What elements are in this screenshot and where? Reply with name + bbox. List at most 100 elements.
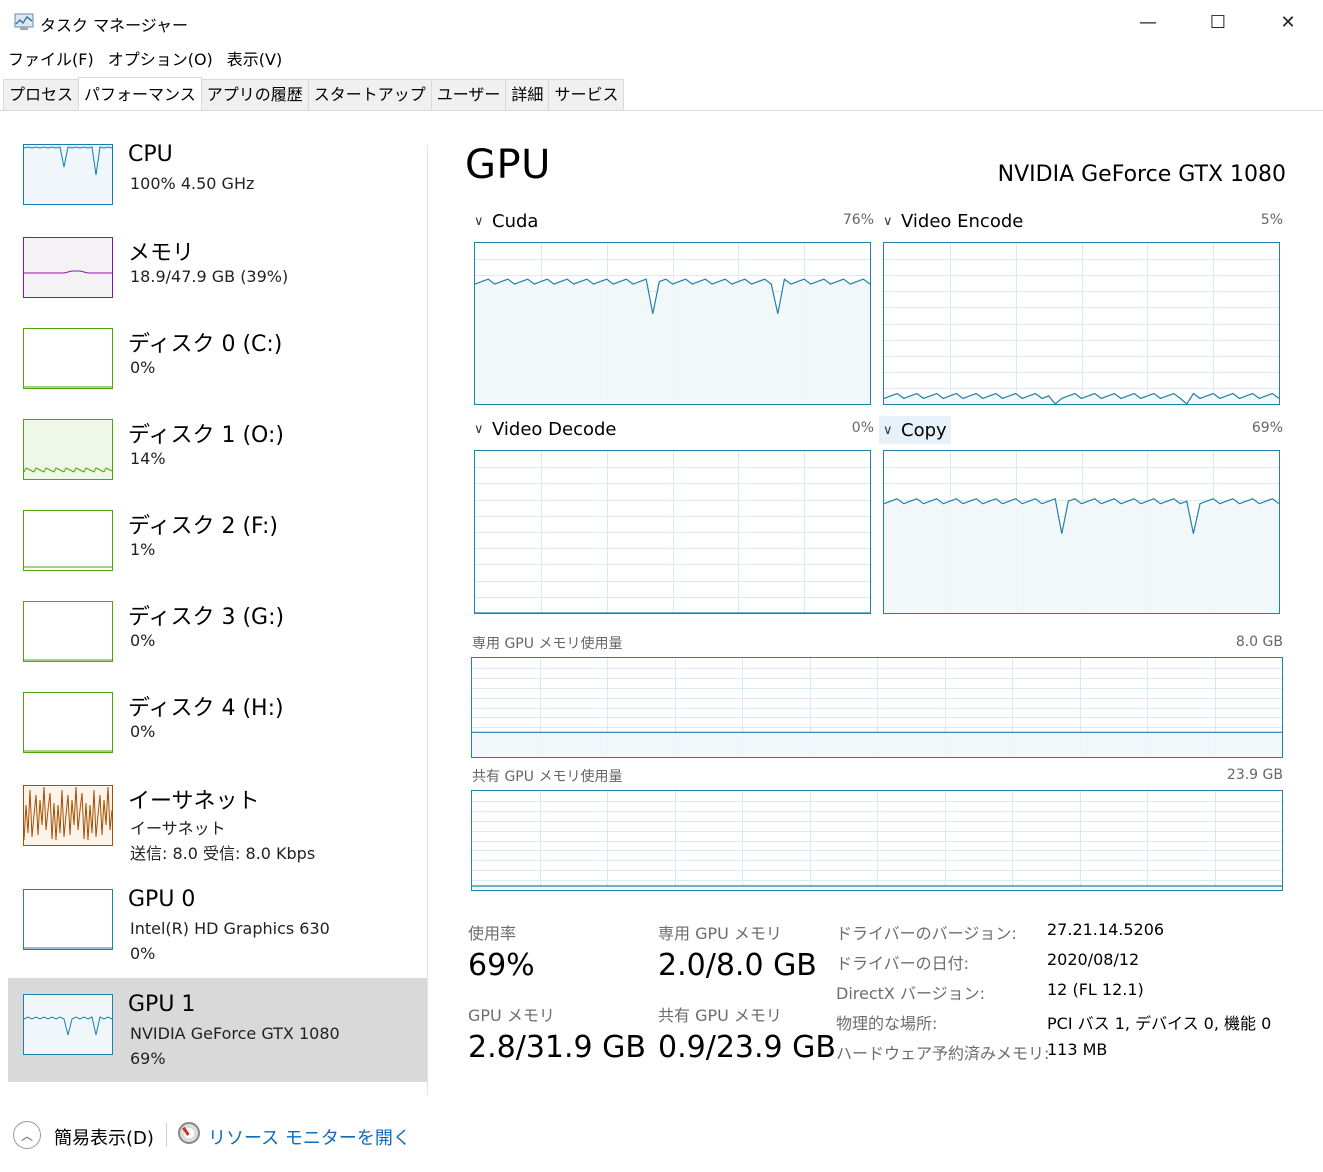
chevron-up-icon: ︿ [20,1128,33,1143]
sidebar-item-detail: Intel(R) HD Graphics 630 [130,919,330,938]
tab-services[interactable]: サービス [548,79,625,110]
chevron-down-icon: ∨ [474,214,484,229]
engine-name: Video Decode [492,419,617,440]
sidebar-item-title: ディスク 4 (H:) [128,696,284,721]
sidebar-item[interactable]: GPU 1 NVIDIA GeForce GTX 1080 69% [8,978,427,1082]
shared-memory-label: 共有 GPU メモリ使用量 [472,769,623,785]
sidebar-item-title: ディスク 0 (C:) [128,332,283,357]
engine-graph-svg [475,451,870,613]
sidebar-item-detail: 送信: 8.0 受信: 8.0 Kbps [130,844,316,863]
engine-selector-2[interactable]: ∨ Video Decode [474,419,617,440]
sidebar-item-title: イーサネット [128,789,260,814]
engine-selector-1[interactable]: ∨ Video Encode [883,211,1023,232]
sidebar-thumbnail-graph [23,144,113,205]
sidebar-item[interactable]: ディスク 1 (O:) 14% [8,403,427,494]
sidebar-item[interactable]: GPU 0 Intel(R) HD Graphics 630 0% [8,874,427,965]
close-button[interactable]: ✕ [1253,0,1323,44]
memory-graph-svg [472,791,1282,890]
engine-percent: 5% [1260,212,1283,228]
tab-details[interactable]: 詳細 [505,79,550,110]
engine-percent: 0% [851,420,874,436]
sidebar-item-detail: 14% [130,449,166,468]
tab-users[interactable]: ユーザー [430,79,507,110]
tab-strip: プロセス パフォーマンス アプリの履歴 スタートアップ ユーザー 詳細 サービス [0,77,1323,111]
window-title: タスク マネージャー [40,16,188,35]
sidebar-item[interactable]: ディスク 0 (C:) 0% [8,312,427,403]
gpu-model-name: NVIDIA GeForce GTX 1080 [997,162,1286,187]
gpu-memory-value: 2.8/31.9 GB [468,1030,646,1065]
sidebar-item-detail: 1% [130,540,156,559]
sidebar-item[interactable]: ディスク 3 (G:) 0% [8,585,427,676]
engine-selector-0[interactable]: ∨ Cuda [474,211,538,232]
tab-performance[interactable]: パフォーマンス [78,77,202,110]
sidebar-divider [427,145,428,1095]
maximize-button[interactable]: ☐ [1183,0,1253,44]
sidebar-item-detail: イーサネット [130,819,226,838]
sparkline [24,146,112,204]
chevron-down-icon: ∨ [883,422,893,438]
sidebar-item-detail: NVIDIA GeForce GTX 1080 [130,1024,340,1043]
shared-gpu-memory-label: 共有 GPU メモリ [658,1006,782,1025]
sparkline [24,659,112,661]
sidebar-item-title: ディスク 1 (O:) [128,423,284,448]
driver-date-label: ドライバーの日付: [836,954,970,973]
fewer-details-label[interactable]: 簡易表示(D) [54,1124,154,1150]
sidebar-thumbnail-graph [23,889,113,950]
dedicated-gpu-memory-value: 2.0/8.0 GB [658,948,817,983]
gpu-memory-label: GPU メモリ [468,1006,555,1025]
shared-gpu-memory-value: 0.9/23.9 GB [658,1030,836,1065]
sidebar-thumbnail-graph [23,419,113,480]
resource-sidebar: CPU 100% 4.50 GHz メモリ 18.9/47.9 GB (39%) ディス… [8,130,427,1085]
footer-separator [166,1123,167,1147]
sidebar-item-detail: 0% [130,944,156,963]
engine-graph-svg [884,451,1279,613]
sidebar-item[interactable]: メモリ 18.9/47.9 GB (39%) [8,221,427,312]
fewer-details-button[interactable]: ︿ [13,1121,41,1149]
tab-startup[interactable]: スタートアップ [307,79,432,110]
sidebar-item[interactable]: ディスク 4 (H:) 0% [8,676,427,767]
tab-app-history[interactable]: アプリの履歴 [200,79,309,110]
menu-options[interactable]: オプション(O) [101,48,220,72]
open-resource-monitor-link[interactable]: リソース モニターを開く [208,1124,411,1150]
sidebar-thumbnail-graph [23,785,113,846]
dedicated-gpu-memory-label: 専用 GPU メモリ [658,924,782,943]
sidebar-item-title: ディスク 2 (F:) [128,514,278,539]
driver-version-label: ドライバーのバージョン: [836,924,1017,943]
cuda-graph [474,242,871,405]
menu-file[interactable]: ファイル(F) [0,48,101,72]
sidebar-thumbnail-graph [23,237,113,298]
driver-date-value: 2020/08/12 [1047,950,1140,969]
minimize-button[interactable]: — [1113,0,1183,44]
sidebar-item[interactable]: ディスク 2 (F:) 1% [8,494,427,585]
dedicated-memory-graph [471,657,1283,758]
sidebar-item-detail: 0% [130,358,156,377]
engine-name: Cuda [492,211,539,232]
shared-memory-capacity: 23.9 GB [1226,767,1283,783]
sidebar-item[interactable]: CPU 100% 4.50 GHz [8,130,427,221]
reserved-memory-label: ハードウェア予約済みメモリ: [836,1044,1050,1063]
series-fill [884,498,1279,613]
sidebar-item-detail: 100% 4.50 GHz [130,174,255,193]
sidebar-thumbnail-graph [23,994,113,1055]
sidebar-item-detail: 69% [130,1049,166,1068]
shared-memory-graph [471,790,1283,891]
directx-version-value: 12 (FL 12.1) [1047,980,1144,999]
usage-label: 使用率 [468,924,517,943]
chevron-down-icon: ∨ [474,422,484,437]
engine-name: Video Encode [901,211,1024,232]
sparkline [24,786,112,845]
engine-selector-3[interactable]: ∨ Copy [879,416,951,444]
sparkline-fill [24,271,112,297]
sidebar-item-title: ディスク 3 (G:) [128,605,285,630]
directx-version-label: DirectX バージョン: [836,984,986,1003]
menu-view[interactable]: 表示(V) [220,48,289,72]
engine-graph-svg [475,243,870,404]
memory-graph-svg [472,658,1282,757]
tab-processes[interactable]: プロセス [3,79,80,110]
dedicated-memory-label: 専用 GPU メモリ使用量 [472,636,623,652]
sparkline [24,386,112,388]
sidebar-item[interactable]: イーサネット イーサネット 送信: 8.0 受信: 8.0 Kbps [8,767,427,863]
sidebar-item-title: GPU 0 [128,887,196,912]
usage-value: 69% [468,948,535,983]
sparkline [24,467,112,479]
